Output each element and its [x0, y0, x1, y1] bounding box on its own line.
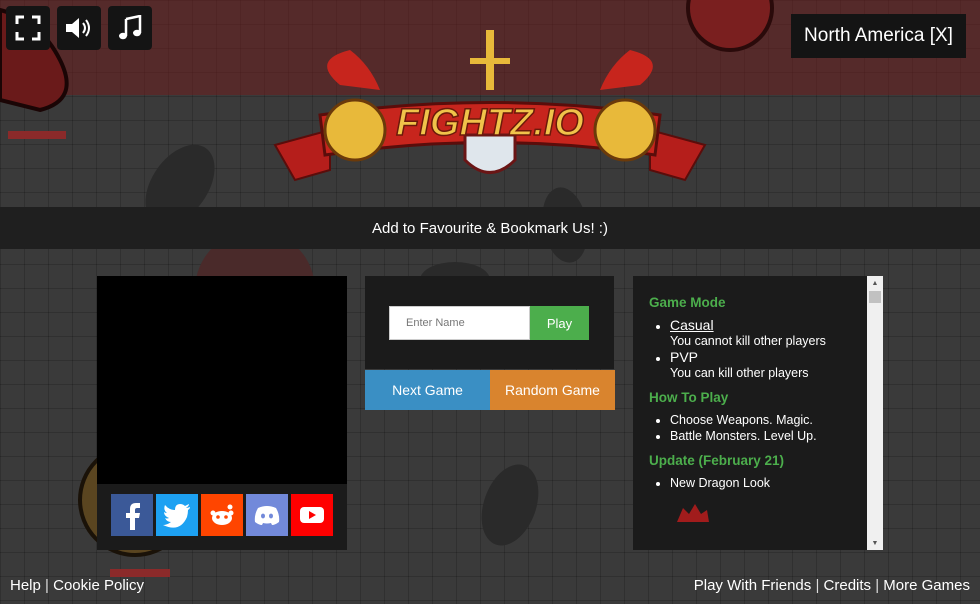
footer-separator: |	[45, 577, 49, 594]
footer-separator: |	[875, 577, 880, 594]
reddit-button[interactable]	[201, 494, 243, 536]
speaker-icon	[66, 18, 90, 38]
twitter-icon	[163, 504, 190, 528]
update-list: New Dragon Look	[649, 475, 867, 491]
info-content: Game Mode Casual You cannot kill other p…	[649, 295, 867, 525]
logo-text: FIGHTZ.IO	[396, 102, 584, 144]
health-bar-art-2	[110, 569, 170, 577]
music-note-icon	[119, 15, 142, 40]
bookmark-banner-text: Add to Favourite & Bookmark Us! :)	[372, 219, 608, 237]
health-bar-art	[8, 131, 66, 139]
footer-left: Help | Cookie Policy	[10, 577, 144, 594]
reddit-icon	[210, 504, 234, 525]
game-mode-heading: Game Mode	[649, 295, 726, 310]
fullscreen-button[interactable]	[6, 6, 50, 50]
fightz-logo: FIGHTZ.IO	[273, 30, 707, 182]
list-item: PVP You can kill other players	[670, 349, 867, 381]
scrollbar-thumb[interactable]	[869, 291, 881, 303]
credits-link[interactable]: Credits	[824, 577, 872, 594]
cookie-policy-link[interactable]: Cookie Policy	[53, 577, 144, 594]
twitter-button[interactable]	[156, 494, 198, 536]
play-with-friends-link[interactable]: Play With Friends	[694, 577, 812, 594]
how-to-play-heading: How To Play	[649, 390, 729, 405]
list-item: Casual You cannot kill other players	[670, 317, 867, 349]
fullscreen-icon	[15, 15, 41, 41]
facebook-icon	[126, 503, 140, 530]
pvp-mode-link[interactable]: PVP	[670, 349, 867, 365]
play-button[interactable]: Play	[530, 306, 589, 340]
dragon-icon	[677, 504, 709, 522]
list-item: Battle Monsters. Level Up.	[670, 428, 867, 444]
update-heading: Update (February 21)	[649, 453, 785, 468]
bookmark-banner: Add to Favourite & Bookmark Us! :)	[0, 207, 980, 249]
casual-mode-link[interactable]: Casual	[670, 317, 867, 333]
list-item: Choose Weapons. Magic.	[670, 412, 867, 428]
sound-button[interactable]	[57, 6, 101, 50]
how-to-play-list: Choose Weapons. Magic. Battle Monsters. …	[649, 412, 867, 444]
next-game-button[interactable]: Next Game	[365, 370, 490, 410]
footer-right: Play With Friends | Credits | More Games	[694, 577, 970, 594]
ad-box	[97, 276, 347, 484]
discord-button[interactable]	[246, 494, 288, 536]
scroll-down-arrow-icon[interactable]: ▼	[867, 536, 883, 550]
game-mode-list: Casual You cannot kill other players PVP…	[649, 317, 867, 381]
footer-separator: |	[815, 577, 820, 594]
name-input[interactable]	[389, 306, 530, 340]
left-panel	[97, 276, 347, 550]
region-selector-button[interactable]: North America [X]	[791, 14, 966, 58]
mode-description: You cannot kill other players	[670, 334, 826, 348]
facebook-button[interactable]	[111, 494, 153, 536]
scroll-up-arrow-icon[interactable]: ▲	[867, 276, 883, 290]
list-item: New Dragon Look	[670, 475, 867, 491]
more-games-link[interactable]: More Games	[883, 577, 970, 594]
play-panel: Play	[365, 276, 614, 369]
music-button[interactable]	[108, 6, 152, 50]
random-game-button[interactable]: Random Game	[490, 370, 615, 410]
discord-icon	[254, 506, 280, 525]
rat-art-4	[481, 464, 539, 546]
social-links	[111, 494, 333, 536]
info-panel: Game Mode Casual You cannot kill other p…	[633, 276, 883, 550]
youtube-button[interactable]	[291, 494, 333, 536]
youtube-icon	[300, 507, 324, 523]
help-link[interactable]: Help	[10, 577, 41, 594]
info-scrollbar[interactable]: ▲ ▼	[867, 276, 883, 550]
mode-description: You can kill other players	[670, 366, 809, 380]
